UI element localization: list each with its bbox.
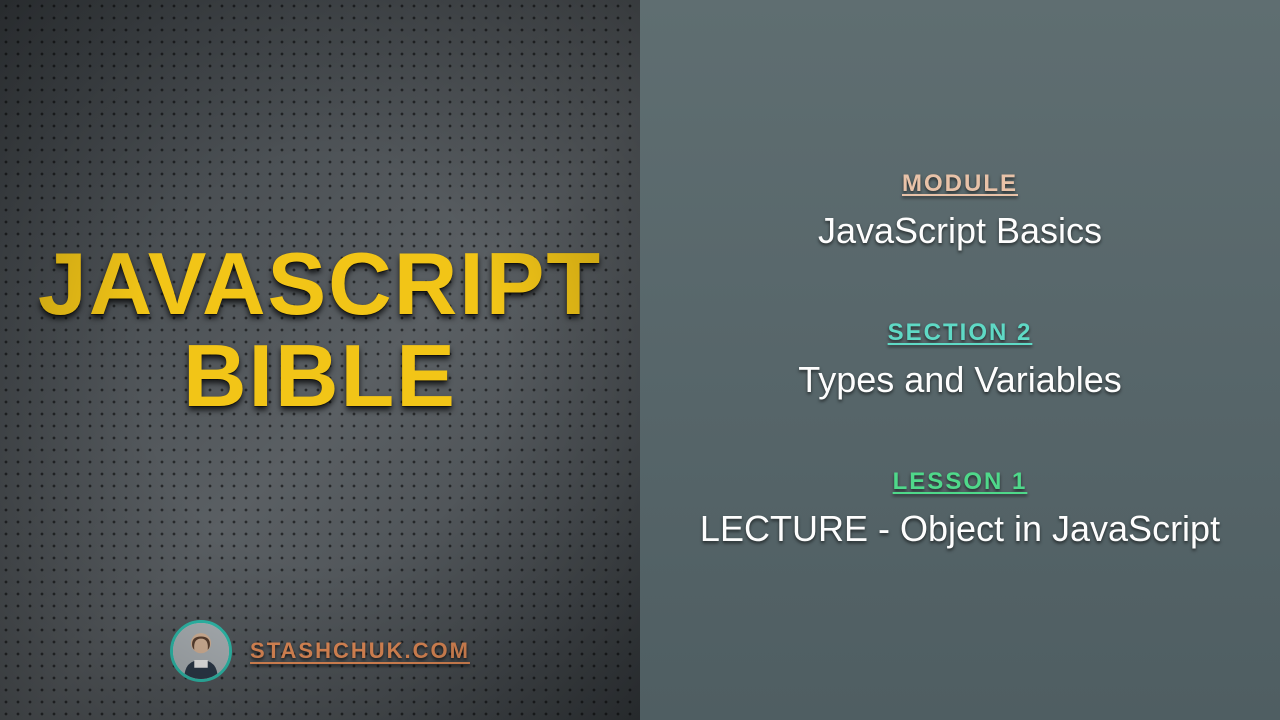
lesson-value: LECTURE - Object in JavaScript [688,506,1232,551]
section-block: SECTION 2 Types and Variables [688,319,1232,402]
module-block: MODULE JavaScript Basics [688,170,1232,253]
avatar-placeholder-icon [173,623,229,679]
meta-panel: MODULE JavaScript Basics SECTION 2 Types… [640,0,1280,720]
lesson-label: LESSON 1 [893,468,1028,496]
avatar [170,620,232,682]
site-link[interactable]: STASHCHUK.COM [250,638,470,664]
course-title-line1: JAVASCRIPT [38,238,602,330]
module-value: JavaScript Basics [688,208,1232,253]
course-title: JAVASCRIPT BIBLE [38,238,602,423]
course-title-line2: BIBLE [38,330,602,422]
author-footer: STASHCHUK.COM [0,620,640,682]
section-label: SECTION 2 [888,319,1033,347]
lesson-block: LESSON 1 LECTURE - Object in JavaScript [688,468,1232,551]
title-panel: JAVASCRIPT BIBLE STASHCHUK.COM [0,0,640,720]
slide: JAVASCRIPT BIBLE STASHCHUK.COM MODULE Ja… [0,0,1280,720]
module-label: MODULE [902,170,1018,198]
section-value: Types and Variables [688,357,1232,402]
